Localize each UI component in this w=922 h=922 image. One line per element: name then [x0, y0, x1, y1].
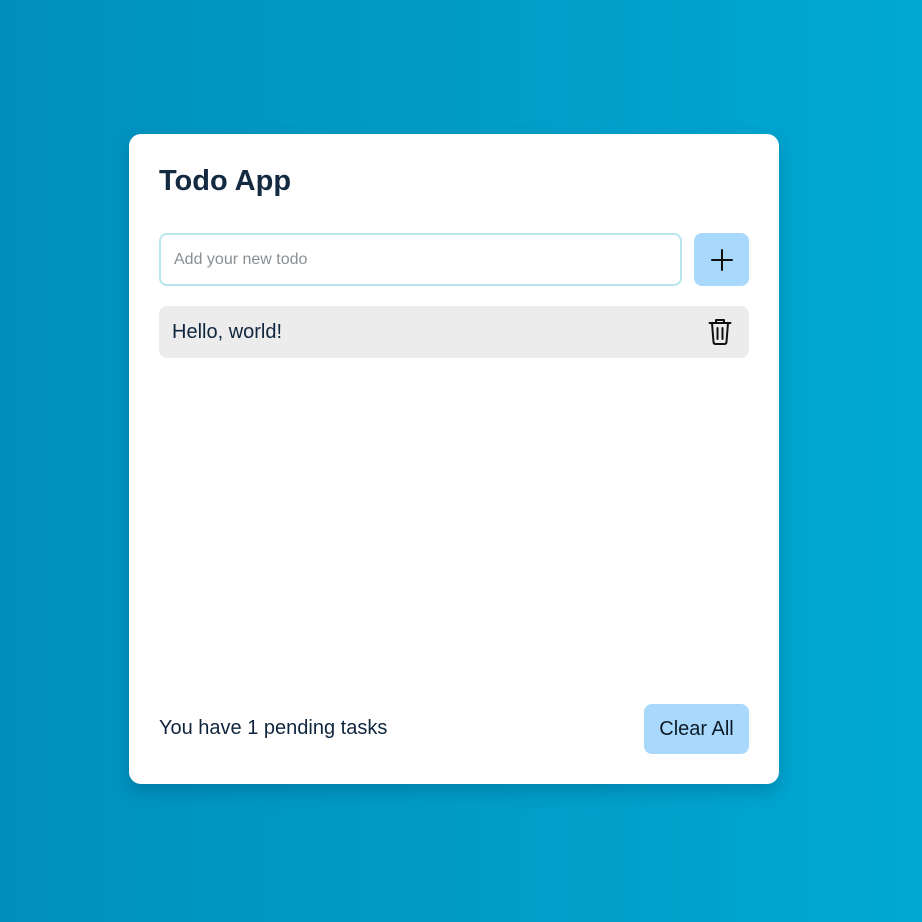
clear-all-button[interactable]: Clear All [644, 704, 749, 754]
todo-text: Hello, world! [172, 320, 283, 343]
delete-todo-button[interactable] [705, 317, 735, 347]
app-title: Todo App [159, 165, 292, 197]
new-todo-input[interactable] [159, 233, 682, 286]
plus-icon [710, 248, 733, 271]
pending-tasks-text: You have 1 pending tasks [159, 717, 388, 739]
todo-card: Todo App Hello, world! You have 1 pendin… [129, 134, 779, 784]
add-todo-button[interactable] [694, 233, 749, 286]
trash-icon [708, 319, 732, 345]
todo-list: Hello, world! [159, 306, 749, 368]
list-item: Hello, world! [159, 306, 749, 358]
